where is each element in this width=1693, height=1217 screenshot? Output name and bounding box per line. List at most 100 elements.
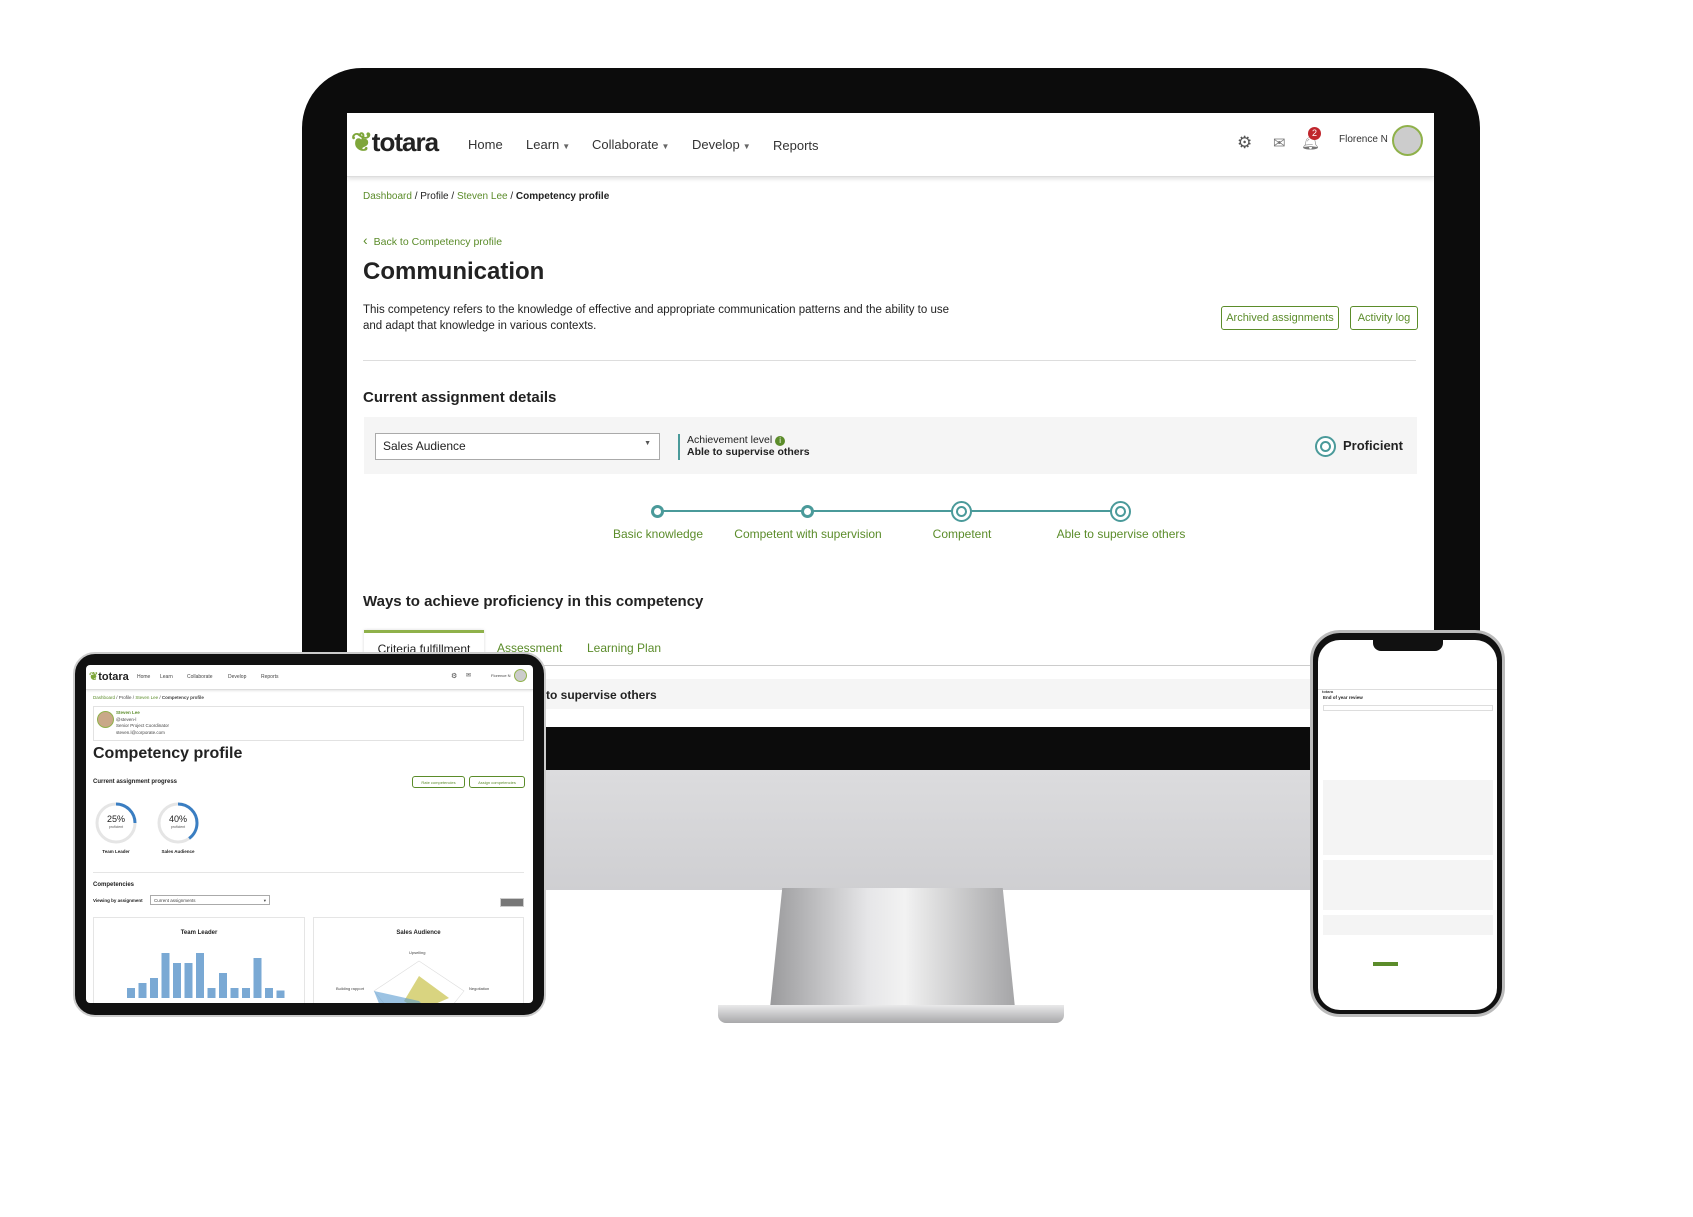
desktop-screen: ❦totara Home Learn ▼ Collaborate ▼ Develop… — [347, 113, 1434, 727]
breadcrumb-current: Competency profile — [161, 695, 204, 700]
rate-competencies-button[interactable]: Rate competencies — [412, 776, 465, 788]
user-name[interactable]: Florence N — [491, 673, 511, 678]
user-role: Senior Project Coordinator — [116, 723, 170, 728]
breadcrumb-steven-lee[interactable]: Steven Lee — [457, 191, 508, 202]
user-email: steven.l@corporate.com — [116, 729, 165, 735]
progress-heading: Current assignment progress — [93, 779, 178, 785]
ways-heading: Ways to achieve proficiency in this comp… — [363, 593, 704, 610]
competencies-heading: Competencies — [93, 882, 135, 888]
description: This competency refers to the knowledge … — [363, 304, 949, 332]
assignment-heading: Current assignment details — [363, 389, 557, 406]
scale-step-dot — [651, 505, 664, 518]
breadcrumb-dashboard[interactable]: Dashboard — [363, 191, 412, 202]
mail-icon[interactable]: ✉ — [1273, 134, 1286, 152]
gear-icon[interactable]: ⚙ — [451, 672, 457, 680]
nav-develop[interactable]: Develop ▼ — [692, 137, 751, 152]
scale-step-dot-achieved — [1110, 501, 1131, 522]
bar — [150, 978, 158, 998]
bar — [230, 988, 239, 998]
mail-icon[interactable]: ✉ — [466, 672, 471, 679]
bar — [276, 990, 285, 998]
breadcrumb-profile[interactable]: Profile — [119, 695, 132, 700]
radar-label: Building rapport — [336, 986, 365, 991]
nav-home[interactable]: Home — [468, 137, 503, 152]
chevron-left-icon: ‹ — [363, 232, 368, 248]
back-link[interactable]: ‹ Back to Competency profile — [363, 232, 502, 248]
tab-learning-plan[interactable]: Learning Plan — [587, 641, 661, 655]
progress-percent: 25% — [106, 814, 125, 824]
avatar[interactable] — [514, 669, 527, 682]
nav-collaborate[interactable]: Collaborate ▼ — [592, 137, 669, 152]
back-link-label: Back to Competency profile — [373, 236, 503, 248]
bar — [127, 988, 135, 998]
scale-line — [658, 510, 1121, 512]
achievement-label: Achievement level — [687, 434, 773, 446]
gear-icon[interactable]: ⚙ — [1237, 133, 1252, 153]
assign-competencies-button[interactable]: Assign competencies — [469, 776, 525, 788]
bar — [173, 963, 181, 998]
activity-log-button[interactable]: Activity log — [1350, 306, 1418, 330]
nav-learn[interactable]: Learn ▼ — [526, 137, 570, 152]
bar — [219, 973, 227, 998]
phone-nav: totara — [1318, 680, 1497, 694]
nav-label: Collaborate — [592, 137, 659, 152]
progress-percent: 40% — [168, 814, 187, 824]
progress-donut: 40% proficient Sales Audience — [155, 800, 201, 854]
nav-develop[interactable]: Develop — [228, 674, 246, 680]
viewing-select[interactable]: Current assignments ▾ — [150, 895, 270, 905]
criteria-section-title: to supervise others — [546, 688, 657, 702]
totara-logo[interactable]: ❦totara — [89, 670, 129, 683]
totara-logo[interactable]: totara — [1322, 689, 1333, 694]
nav-reports[interactable]: Reports — [773, 138, 819, 153]
tablet-screen: ❦totara Home Learn Collaborate Develop R… — [86, 665, 533, 1003]
view-toggle[interactable] — [500, 898, 524, 907]
viewing-label: Viewing by assignment — [93, 898, 143, 903]
top-nav: ❦totara Home Learn ▼ Collaborate ▼ Develop… — [347, 113, 1434, 177]
phone-save-button[interactable] — [1373, 962, 1398, 966]
card-sales-audience: Sales Audience Upselling Building rappor… — [313, 917, 524, 1003]
breadcrumb-dashboard[interactable]: Dashboard — [93, 695, 115, 700]
scale-step-label: Able to supervise others — [1056, 527, 1186, 541]
info-icon[interactable]: i — [775, 436, 786, 446]
assignment-select[interactable]: Sales Audience ▼ — [375, 433, 660, 460]
radar-series — [404, 976, 449, 1003]
card-title: Sales Audience — [396, 930, 441, 936]
phone-panel — [1323, 915, 1493, 935]
select-value: Sales Audience — [383, 439, 466, 453]
phone-panel — [1323, 780, 1493, 855]
breadcrumb: Dashboard / Profile / Steven Lee / Compe… — [93, 695, 204, 700]
tablet-page-title: Competency profile — [93, 745, 243, 762]
bar — [265, 988, 273, 998]
totara-logo[interactable]: ❦totara — [351, 127, 439, 158]
progress-name: Team Leader — [102, 849, 130, 854]
chevron-down-icon: ▼ — [562, 142, 571, 151]
achievement-value: Able to supervise others — [687, 446, 810, 458]
user-name[interactable]: Florence N — [1339, 134, 1388, 145]
divider — [93, 872, 524, 873]
scale-step-dot — [801, 505, 814, 518]
bar — [184, 963, 193, 998]
breadcrumb-steven-lee[interactable]: Steven Lee — [135, 695, 158, 700]
phone-panel — [1323, 860, 1493, 910]
breadcrumb-profile[interactable]: Profile — [420, 191, 448, 202]
card-title: Team Leader — [180, 930, 218, 936]
select-value: Current assignments — [154, 898, 196, 903]
nav-collaborate[interactable]: Collaborate — [187, 674, 213, 680]
achievement-level: Achievement level i Able to supervise ot… — [678, 434, 810, 460]
phone-screen: totara End of year review — [1318, 640, 1497, 1010]
page-title: Communication — [363, 258, 545, 285]
progress-caption: proficient — [170, 825, 186, 829]
nav-home[interactable]: Home — [137, 674, 150, 680]
avatar[interactable] — [1392, 125, 1423, 156]
user-photo — [97, 711, 114, 728]
chevron-down-icon: ▼ — [661, 142, 670, 151]
nav-learn[interactable]: Learn — [160, 674, 173, 680]
phone-notch — [1373, 640, 1443, 651]
proficient-status: Proficient — [1343, 438, 1403, 453]
notification-badge: 2 — [1308, 127, 1321, 140]
bar — [207, 988, 216, 998]
nav-reports[interactable]: Reports — [261, 674, 279, 680]
archived-assignments-button[interactable]: Archived assignments — [1221, 306, 1339, 330]
scale-step-label: Competent with supervision — [734, 527, 882, 541]
nav-label: Develop — [692, 137, 740, 152]
